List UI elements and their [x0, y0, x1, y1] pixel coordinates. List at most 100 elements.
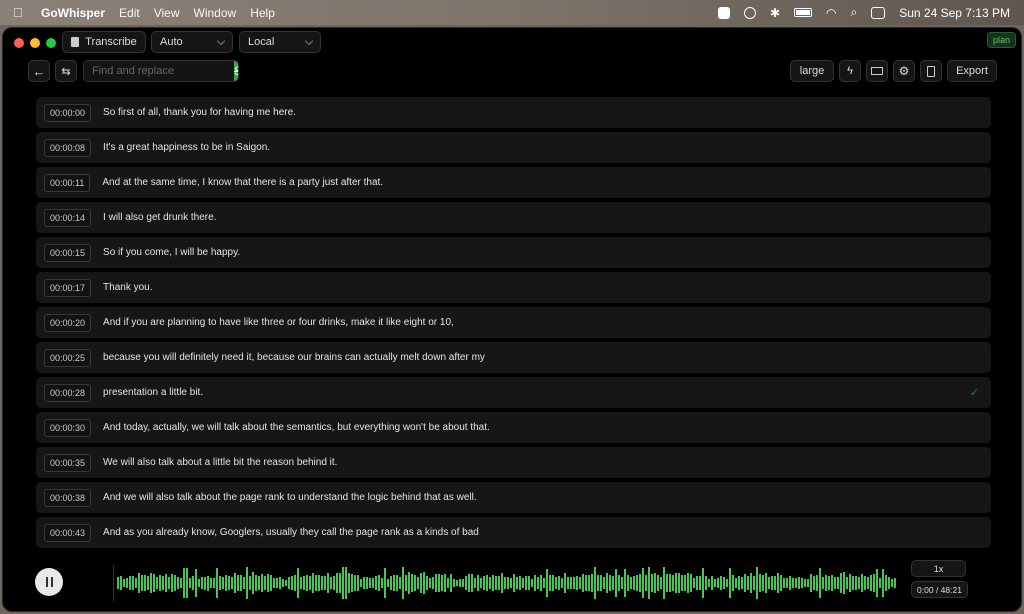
segment-text[interactable]: And we will also talk about the page ran…	[103, 492, 477, 503]
waveform-bar	[807, 578, 809, 588]
segment-text[interactable]: I will also get drunk there.	[103, 212, 216, 223]
transcript-row[interactable]: 00:00:43 And as you already know, Googler…	[36, 517, 991, 548]
waveform-bar	[846, 577, 848, 589]
waveform-bar	[759, 573, 761, 593]
transcript-row[interactable]: 00:00:25 because you will definitely need…	[36, 342, 991, 373]
timestamp-button[interactable]: 00:00:14	[44, 208, 92, 227]
playhead[interactable]	[113, 565, 114, 601]
transcript-row[interactable]: 00:00:35 We will also talk about a little…	[36, 447, 991, 478]
transcribe-button[interactable]: Transcribe	[62, 31, 146, 53]
waveform-bar	[720, 576, 722, 590]
transcript-row[interactable]: 00:00:11 And at the same time, I know tha…	[36, 167, 991, 198]
menu-edit[interactable]: Edit	[119, 6, 140, 20]
book-button[interactable]	[866, 60, 888, 82]
waveform-bar	[177, 576, 179, 590]
transcript-row[interactable]: 00:00:15 So if you come, I will be happy.	[36, 237, 991, 268]
timestamp-button[interactable]: 00:00:08	[44, 138, 92, 157]
apple-icon[interactable]: 	[13, 5, 25, 20]
model-button[interactable]: large	[790, 60, 834, 82]
menu-help[interactable]: Help	[250, 6, 275, 20]
waveform-bar	[156, 577, 158, 589]
segment-text[interactable]: presentation a little bit.	[103, 387, 203, 398]
transcript-row[interactable]: 00:00:38 And we will also talk about the …	[36, 482, 991, 513]
transcript-row[interactable]: 00:00:00 So first of all, thank you for h…	[36, 97, 991, 128]
transcript-row[interactable]: 00:00:17 Thank you.	[36, 272, 991, 303]
wifi-icon[interactable]: ◠	[826, 6, 836, 20]
waveform-bar	[639, 574, 641, 592]
speed-button[interactable]: 1x	[911, 560, 966, 577]
engine-select[interactable]: Local	[239, 31, 321, 53]
timestamp-button[interactable]: 00:00:15	[44, 243, 92, 262]
control-center-icon[interactable]	[871, 6, 886, 19]
bluetooth-icon[interactable]: ✱	[770, 6, 780, 20]
timestamp-button[interactable]: 00:00:17	[44, 278, 92, 297]
waveform-bar	[168, 576, 170, 590]
flash-button[interactable]: ϟ	[839, 60, 861, 82]
waveform-bar	[225, 574, 227, 592]
timestamp-button[interactable]: 00:00:20	[44, 313, 92, 332]
waveform-bar	[387, 578, 389, 588]
timestamp-button[interactable]: 00:00:38	[44, 488, 92, 507]
minimize-button[interactable]	[30, 38, 40, 48]
timestamp-button[interactable]: 00:00:28	[44, 383, 92, 402]
segment-text[interactable]: Thank you.	[103, 282, 152, 293]
replace-button[interactable]: S	[234, 61, 238, 81]
transcript-row[interactable]: 00:00:14 I will also get drunk there.	[36, 202, 991, 233]
segment-text[interactable]: We will also talk about a little bit the…	[103, 457, 337, 468]
transcript-row[interactable]: 00:00:30 And today, actually, we will tal…	[36, 412, 991, 443]
segment-text[interactable]: And as you already know, Googlers, usual…	[103, 527, 479, 538]
transcript-row[interactable]: 00:00:08 It's a great happiness to be in …	[36, 132, 991, 163]
segment-text[interactable]: And at the same time, I know that there …	[102, 177, 383, 188]
waveform-bar	[552, 575, 554, 591]
language-select[interactable]: Auto	[151, 31, 233, 53]
timestamp-button[interactable]: 00:00:25	[44, 348, 92, 367]
zoom-button[interactable]	[46, 38, 56, 48]
timestamp-button[interactable]: 00:00:35	[44, 453, 92, 472]
close-button[interactable]	[14, 38, 24, 48]
waveform-bar	[204, 576, 206, 590]
timestamp-button[interactable]: 00:00:00	[44, 103, 92, 122]
segment-text[interactable]: And if you are planning to have like thr…	[103, 317, 454, 328]
timestamp-button[interactable]: 00:00:11	[44, 173, 91, 192]
waveform-bar	[678, 572, 680, 594]
export-button[interactable]: Export	[947, 60, 997, 82]
waveform-bar	[378, 574, 380, 592]
menu-window[interactable]: Window	[194, 6, 237, 20]
back-button[interactable]: ←	[28, 60, 50, 82]
pause-button[interactable]	[35, 568, 63, 596]
waveform-bar	[744, 573, 746, 593]
timestamp-button[interactable]: 00:00:43	[44, 523, 92, 542]
segment-text[interactable]: So first of all, thank you for having me…	[103, 107, 296, 118]
waveform-bar	[198, 578, 200, 588]
settings-button[interactable]: ⚙	[893, 60, 915, 82]
plan-badge: plan	[986, 32, 1016, 48]
repeat-button[interactable]: ⇆	[55, 60, 77, 82]
battery-icon[interactable]	[794, 8, 813, 17]
segment-text[interactable]: And today, actually, we will talk about …	[103, 422, 490, 433]
segment-text[interactable]: because you will definitely need it, bec…	[103, 352, 485, 363]
transcript-row[interactable]: 00:00:28 presentation a little bit. ✓	[36, 377, 991, 408]
waveform-bar	[756, 567, 758, 599]
find-replace-input[interactable]	[84, 61, 234, 81]
clock[interactable]: Sun 24 Sep 7:13 PM	[899, 6, 1010, 20]
segment-text[interactable]: So if you come, I will be happy.	[103, 247, 240, 258]
clock-app-icon[interactable]	[743, 6, 756, 19]
waveform-bar	[519, 575, 521, 591]
waveform-bar	[162, 576, 164, 590]
checkmark-app-icon[interactable]	[717, 6, 730, 19]
waveform[interactable]	[113, 563, 898, 603]
search-icon[interactable]: ⌕	[851, 5, 858, 20]
waveform-bar	[753, 575, 755, 591]
file-icon	[927, 65, 935, 77]
waveform-bar	[585, 574, 587, 592]
file-button[interactable]	[920, 60, 942, 82]
transcript-row[interactable]: 00:00:20 And if you are planning to have …	[36, 307, 991, 338]
timestamp-button[interactable]: 00:00:30	[44, 418, 92, 437]
menu-app-name[interactable]: GoWhisper	[41, 6, 105, 20]
menu-view[interactable]: View	[154, 6, 180, 20]
waveform-bar	[555, 577, 557, 589]
waveform-bar	[285, 579, 287, 587]
segment-text[interactable]: It's a great happiness to be in Saigon.	[103, 142, 270, 153]
waveform-bar	[780, 575, 782, 591]
waveform-bar	[894, 577, 896, 589]
